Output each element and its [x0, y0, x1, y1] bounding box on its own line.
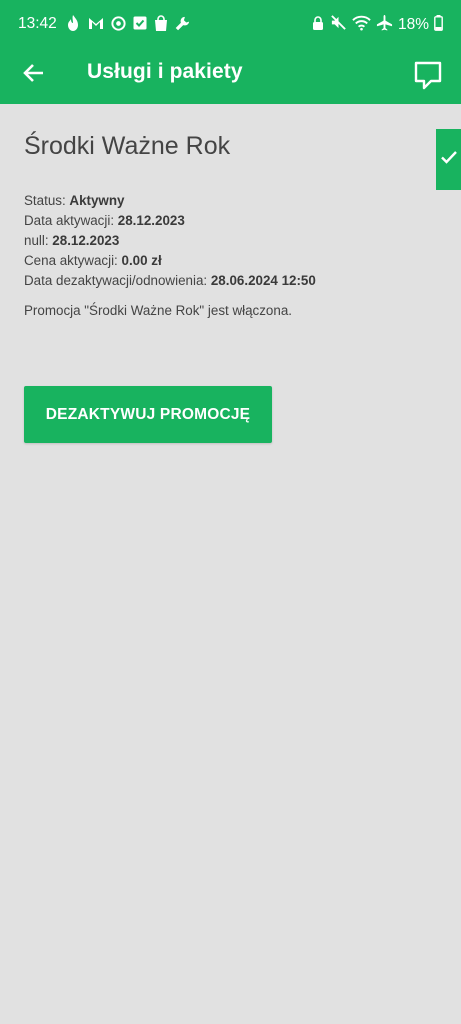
price-value: 0.00 zł [121, 253, 162, 268]
wrench-icon [174, 15, 191, 32]
status-row: Status: Aktywny [24, 191, 316, 211]
deactivation-row: Data dezaktywacji/odnowienia: 28.06.2024… [24, 271, 316, 291]
promo-title: Środki Ważne Rok [24, 132, 231, 160]
arrow-left-icon [20, 64, 48, 91]
deactivation-label: Data dezaktywacji/odnowienia: [24, 273, 211, 288]
fire-icon [64, 14, 82, 32]
status-left-icons [64, 14, 191, 32]
battery-icon [434, 14, 443, 35]
status-bar: 13:42 18% [0, 0, 461, 50]
chat-button[interactable] [411, 58, 445, 92]
status-label: Status: [24, 193, 70, 208]
airplane-icon [376, 14, 393, 35]
page-title: Usługi i pakiety [87, 60, 243, 83]
activation-date-row: Data aktywacji: 28.12.2023 [24, 211, 316, 231]
status-time: 13:42 [18, 15, 57, 32]
status-right-icons: 18% [311, 14, 443, 35]
mute-icon [330, 14, 347, 35]
app-bar: 13:42 18% Usługi i pakiety [0, 0, 461, 104]
battery-percent: 18% [397, 15, 429, 33]
promo-note: Promocja "Środki Ważne Rok" jest włączon… [24, 303, 292, 318]
back-button[interactable] [20, 59, 48, 87]
promo-details: Status: Aktywny Data aktywacji: 28.12.20… [24, 191, 316, 291]
sync-icon [110, 15, 127, 32]
side-check-tab[interactable] [436, 129, 461, 190]
lock-icon [311, 15, 325, 35]
check-icon [440, 149, 458, 170]
activation-date-value: 28.12.2023 [117, 213, 185, 228]
deactivate-promo-button[interactable]: DEZAKTYWUJ PROMOCJĘ [24, 386, 272, 443]
deactivation-value: 28.06.2024 12:50 [210, 273, 316, 288]
shopping-bag-icon [153, 14, 169, 32]
null-row: null: 28.12.2023 [24, 231, 316, 251]
checkbox-icon [132, 15, 148, 31]
price-row: Cena aktywacji: 0.00 zł [24, 251, 316, 271]
status-value: Aktywny [69, 193, 125, 208]
null-value: 28.12.2023 [52, 233, 120, 248]
price-label: Cena aktywacji: [24, 253, 122, 268]
toolbar: Usługi i pakiety [0, 50, 461, 104]
gmail-icon [87, 14, 105, 32]
activation-date-label: Data aktywacji: [24, 213, 118, 228]
wifi-icon [352, 15, 371, 35]
chat-bubble-icon [411, 61, 445, 96]
null-label: null: [24, 233, 53, 248]
